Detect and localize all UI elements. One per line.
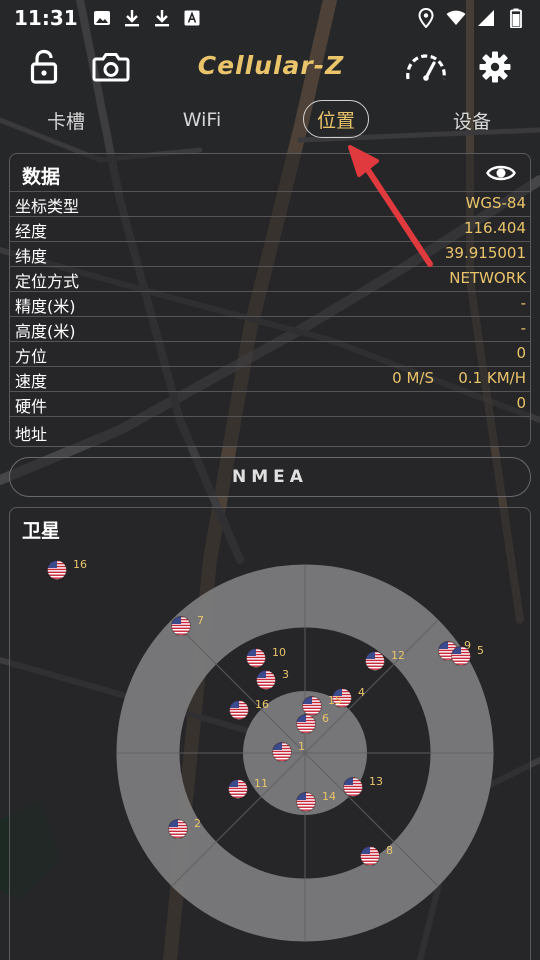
satellite-id-label: 8 xyxy=(386,844,393,857)
satellite-id-label: 16 xyxy=(255,698,269,711)
satellite-id-label: 1 xyxy=(298,740,305,753)
satellite-marker: 3 xyxy=(256,668,289,690)
satellite-id-label: 5 xyxy=(477,644,484,657)
satellite-id-label: 3 xyxy=(282,668,289,681)
satellite-sky-plot: 167103129 5415616111 131428 xyxy=(47,558,494,942)
satellite-marker: 16 xyxy=(47,558,87,580)
satellite-id-label: 15 xyxy=(328,694,342,707)
satellite-marker: 10 xyxy=(246,646,286,668)
satellite-id-label: 7 xyxy=(197,614,204,627)
satellite-id-label: 11 xyxy=(254,777,268,790)
satellite-marker: 13 xyxy=(343,775,383,797)
satellite-id-label: 13 xyxy=(369,775,383,788)
satellite-id-label: 6 xyxy=(322,712,329,725)
satellite-id-label: 4 xyxy=(358,686,365,699)
satellite-id-label: 12 xyxy=(391,649,405,662)
satellite-id-label: 14 xyxy=(322,790,336,803)
satellite-id-label: 2 xyxy=(194,817,201,830)
satellite-id-label: 16 xyxy=(73,558,87,571)
satellite-id-label: 10 xyxy=(272,646,286,659)
